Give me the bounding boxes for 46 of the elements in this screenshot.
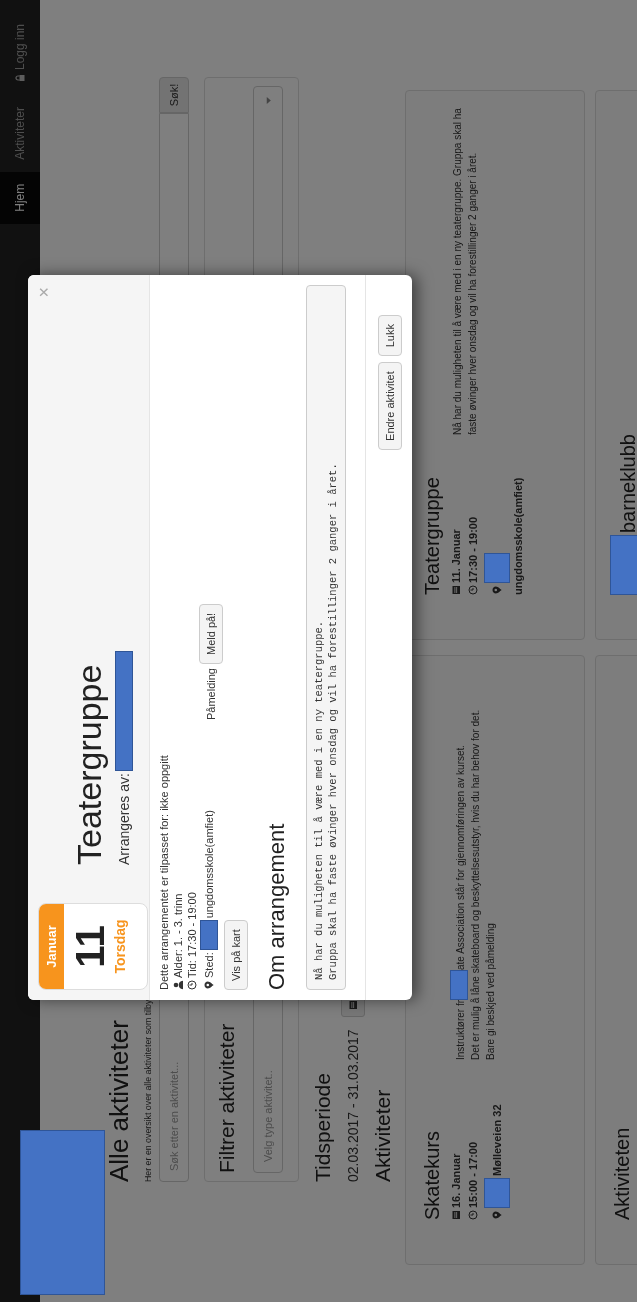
nav-link[interactable]: Logg inn	[0, 12, 40, 96]
section-heading: Tidsperiode	[311, 1073, 335, 1182]
detail-text: Alder: 1. - 3. trinn	[172, 893, 184, 978]
activity-card[interactable]: barneklubb	[595, 90, 637, 640]
detail-text: Tid: 17:30 - 19:00	[186, 892, 198, 978]
badge-weekday: Torsdag	[112, 919, 128, 974]
dialog-button[interactable]: Lukk	[378, 315, 402, 357]
activity-card[interactable]: Teatergruppe 11. Januar 17:30 - 19:00 ungdomsskole(amfiet) Nå har du muligheten til å være med i en ny teatergruppe. Gruppa skal ha faste øvinger hver onsdag og vil ha forestillinger 2 ganger i året.	[405, 90, 585, 640]
card-title: Aktiviteten	[610, 1127, 634, 1220]
description-text: Bare gi beskjed ved påmelding	[485, 923, 496, 1060]
detail-text: ungdomsskole(amfiet)	[203, 810, 215, 919]
card-time: 15:00 - 17:00	[467, 1141, 479, 1208]
card-time: 17:30 - 19:00	[467, 516, 479, 583]
section-heading: Filtrer aktiviteter	[215, 1023, 239, 1173]
description-text: faste øvinger hver onsdag og vil ha forestillinger 2 ganger i året.	[467, 152, 478, 435]
date-range: 02.03.2017 - 31.03.2017	[345, 1029, 361, 1182]
search-button[interactable]: Søk!	[159, 77, 189, 113]
nav-link[interactable]: Hjem	[0, 171, 40, 224]
suitability-text: Dette arrangementet er tilpasset for: ikke oppgitt	[158, 754, 170, 990]
section-heading: Aktiviteter	[371, 1089, 395, 1182]
intro-text: Her er en oversikt over alle aktiviteter som tilby	[143, 999, 153, 1182]
description-text: ate Association står for gjennomføringen av kurset.	[455, 744, 466, 970]
card-location: Mølleveien 32	[491, 1104, 503, 1176]
section-heading: Om arrangement	[264, 822, 290, 990]
activity-card[interactable]: Aktiviteten	[595, 655, 637, 1265]
description-text: Instruktører fr	[455, 1000, 466, 1060]
nav-link[interactable]: Aktiviteter	[0, 95, 40, 172]
organizer-label: Arrangeres av:	[116, 773, 132, 865]
description-text: Det er mulig å låne skateboard og beskyttelsesutstyr, hvis du har behov for det.	[470, 709, 481, 1060]
card-title: barneklubb	[616, 434, 637, 533]
badge-day: 11	[68, 925, 112, 968]
card-date: 16. Januar	[450, 1153, 462, 1208]
dialog-button[interactable]: Endre aktivitet	[378, 362, 402, 450]
signup-label: Påmelding	[205, 668, 217, 720]
card-title: Teatergruppe	[420, 477, 444, 595]
badge-month: Januar	[39, 904, 64, 989]
card-title: Skatekurs	[420, 1131, 444, 1220]
dialog-title: Teatergruppe	[70, 663, 109, 865]
description-text: Nå har du muligheten til å være med i en ny teatergruppe. Gruppa skal ha	[452, 108, 463, 435]
description-block: Nå har du muligheten til å være med i en ny teatergruppe. Gruppa skal ha faste øvinger hver onsdag og vil ha forestillinger 2 ganger i året.	[306, 285, 346, 990]
detail-text: Sted:	[203, 952, 215, 978]
signup-button[interactable]: Meld på!	[199, 603, 223, 664]
card-location: ungdomsskole(amfiet)	[512, 477, 524, 595]
card-date: 11. Januar	[450, 529, 462, 583]
map-button[interactable]: Vis på kart	[224, 920, 248, 990]
page-title: Alle aktiviteter	[104, 1020, 135, 1182]
